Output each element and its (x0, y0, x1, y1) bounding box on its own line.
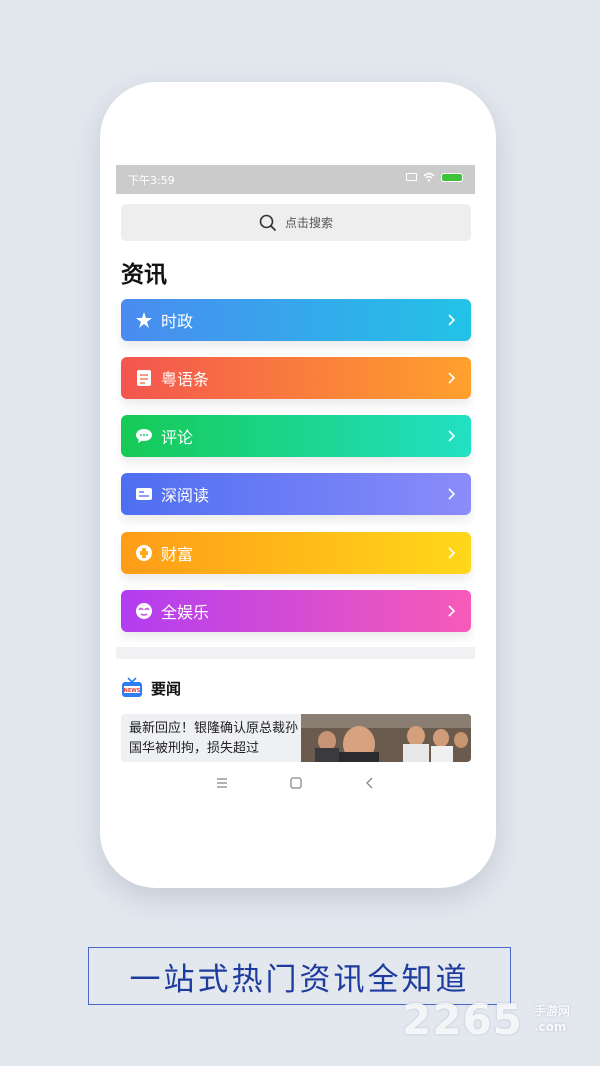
news-tv-icon: NEWS (122, 677, 142, 697)
search-bar[interactable]: 点击搜索 (121, 204, 471, 241)
search-placeholder: 点击搜索 (284, 216, 333, 230)
category-label: 全娱乐 (161, 603, 210, 622)
category-item[interactable]: 评论 (121, 415, 471, 457)
news-card[interactable]: 最新回应！银隆确认原总裁孙国华被刑拘，损失超过 (121, 714, 471, 762)
category-label: 深阅读 (161, 486, 210, 505)
menu-icon[interactable] (215, 776, 229, 790)
mask-icon (135, 602, 153, 620)
chat-bubble-icon (135, 427, 153, 445)
sim-icon (406, 173, 417, 181)
search-icon (259, 214, 277, 231)
battery-icon (441, 172, 463, 182)
watermark-line1: 手游网 (534, 1004, 571, 1018)
home-icon[interactable] (289, 776, 303, 790)
chevron-right-icon (448, 372, 456, 384)
notebook-icon (135, 369, 153, 387)
chevron-right-icon (448, 605, 456, 617)
chevron-right-icon (448, 314, 456, 326)
category-item[interactable]: 财富 (121, 532, 471, 574)
back-icon[interactable] (363, 776, 377, 790)
chevron-right-icon (448, 430, 456, 442)
category-label: 粤语条 (161, 370, 210, 389)
app-screen: 下午3:59 点击搜索 资讯 时政粤语条评论深阅读财富全娱乐 NEWS (116, 165, 475, 802)
category-item[interactable]: 全娱乐 (121, 590, 471, 632)
id-card-icon (135, 485, 153, 503)
status-time: 下午3:59 (128, 174, 175, 187)
news-thumbnail (301, 714, 471, 762)
watermark-line2: .com (534, 1020, 567, 1034)
status-icons (406, 172, 463, 182)
category-label: 评论 (161, 428, 194, 447)
category-item[interactable]: 深阅读 (121, 473, 471, 515)
news-header: NEWS 要闻 (121, 677, 181, 699)
section-title: 资讯 (121, 262, 167, 288)
status-bar: 下午3:59 (116, 165, 475, 194)
watermark-number: 2265 (402, 995, 523, 1044)
category-label: 财富 (161, 545, 194, 564)
coin-icon (135, 544, 153, 562)
watermark-site: 手游网 .com (534, 1003, 570, 1035)
category-item[interactable]: 粤语条 (121, 357, 471, 399)
section-divider (116, 647, 475, 659)
news-headline: 最新回应！银隆确认原总裁孙国华被刑拘，损失超过 (129, 721, 299, 756)
android-nav-bar (116, 764, 475, 802)
news-badge-text: NEWS (124, 688, 141, 694)
category-label: 时政 (161, 312, 194, 331)
chevron-right-icon (448, 547, 456, 559)
star-person-icon (135, 311, 153, 329)
category-item[interactable]: 时政 (121, 299, 471, 341)
wifi-icon (423, 172, 435, 182)
news-header-label: 要闻 (151, 679, 182, 698)
chevron-right-icon (448, 488, 456, 500)
